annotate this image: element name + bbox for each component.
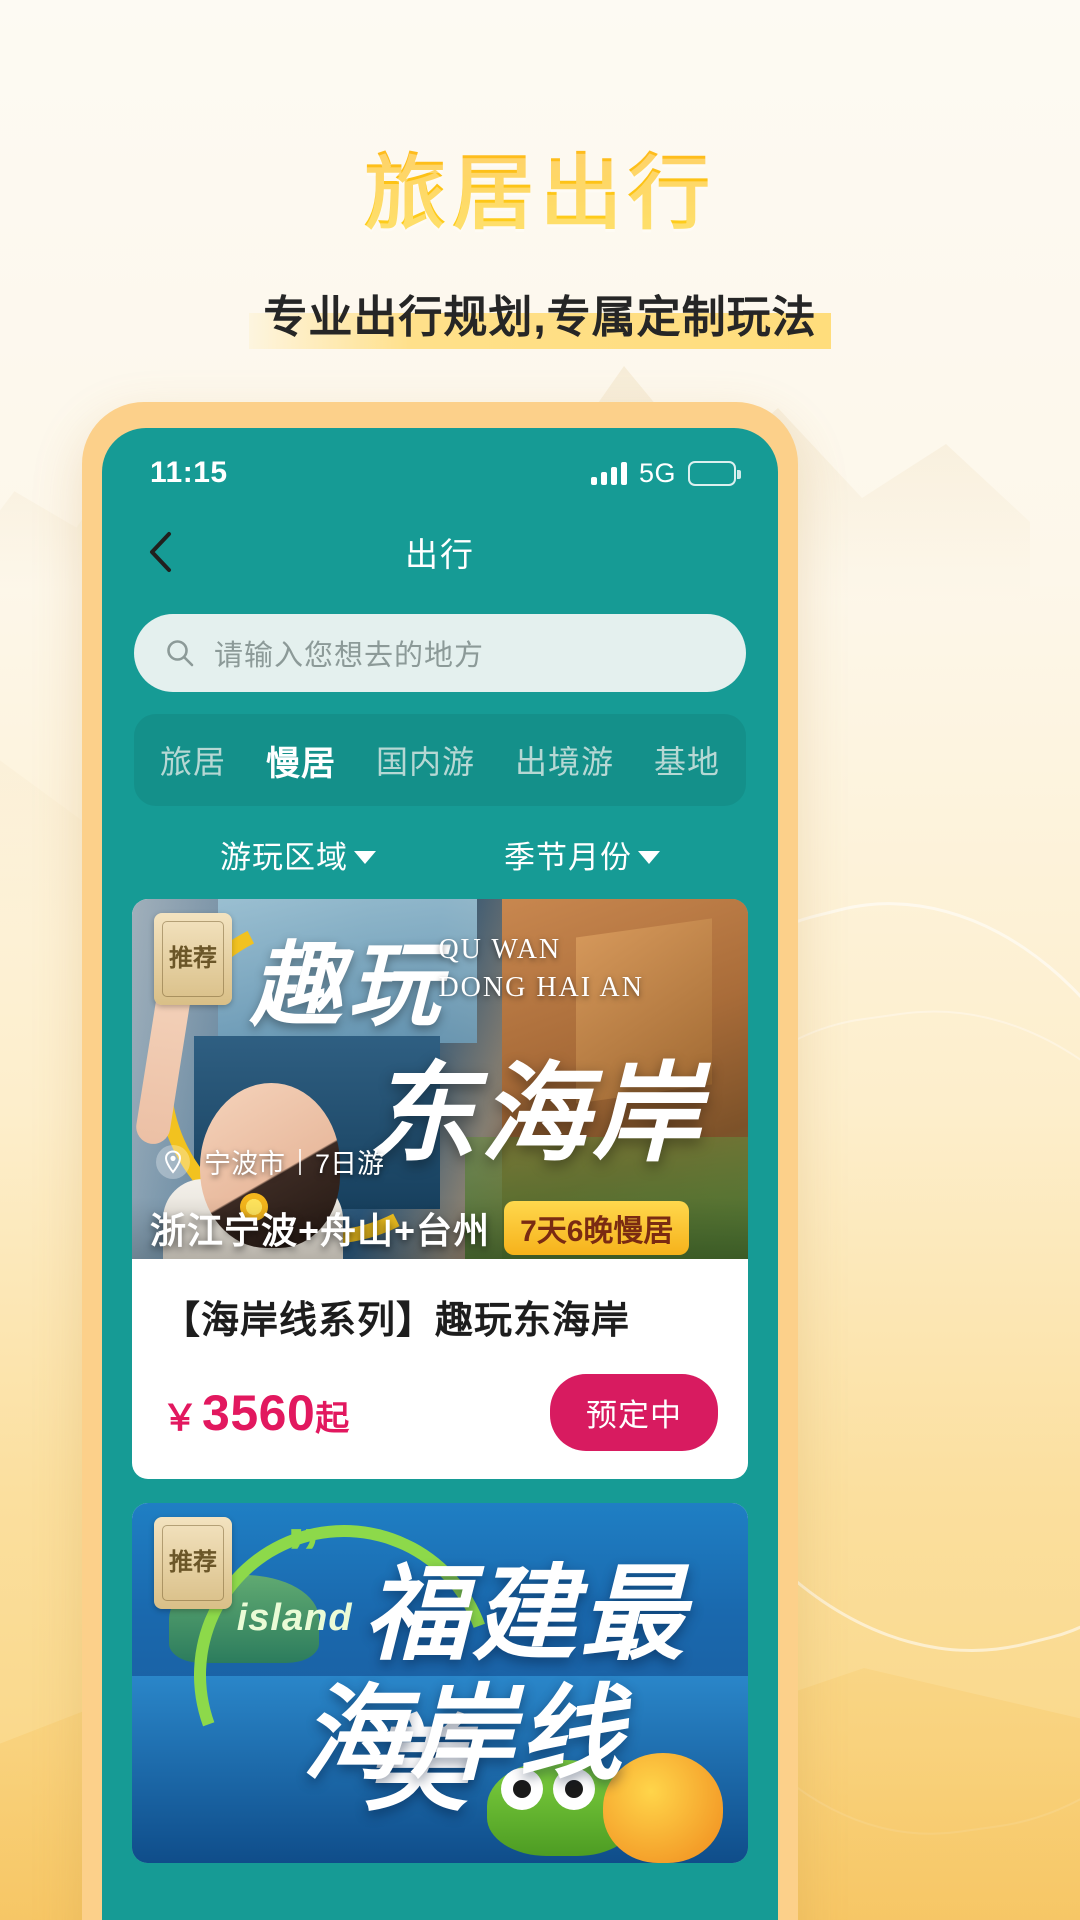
product-banner-image: 趣玩 东海岸 QU WAN DONG HAI AN 推荐 宁波市 7日游 浙江宁… [132, 899, 748, 1259]
banner-pinyin-line2: DONG HAI AN [438, 971, 644, 1003]
tab-jidi[interactable]: 基地 [654, 737, 720, 783]
nav-title: 出行 [405, 536, 475, 573]
price-currency: ￥ [162, 1396, 199, 1438]
filter-region-label: 游玩区域 [220, 840, 348, 875]
chevron-down-icon [638, 850, 660, 864]
location-pin-icon [156, 1144, 190, 1179]
product-title: 【海岸线系列】趣玩东海岸 [162, 1300, 631, 1342]
price-suffix: 起 [315, 1399, 350, 1438]
banner-title-line1: 趣玩 [250, 935, 447, 1037]
status-indicators: 5G [590, 457, 741, 489]
hero-section: 旅居出行 专业出行规划,专属定制玩法 [0, 0, 1080, 351]
status-badge: 推荐 [154, 913, 232, 1005]
category-tabs: 旅居 慢居 国内游 出境游 基地 [134, 714, 746, 806]
status-time: 11:15 [150, 456, 228, 489]
product-list: 趣玩 东海岸 QU WAN DONG HAI AN 推荐 宁波市 7日游 浙江宁… [102, 877, 778, 1863]
banner-word: island [236, 1596, 353, 1639]
tab-manju[interactable]: 慢居 [266, 736, 336, 785]
tab-guoneiyou[interactable]: 国内游 [376, 737, 475, 783]
filter-season[interactable]: 季节月份 [504, 832, 660, 877]
badge-text: 推荐 [162, 1525, 224, 1601]
battery-icon [688, 460, 741, 486]
subtitle-text: 专业出行规划,专属定制玩法 [263, 293, 817, 342]
meta-divider [299, 1148, 301, 1175]
banner-meta: 宁波市 7日游 [156, 1142, 384, 1181]
search-section: 请输入您想去的地方 [102, 598, 778, 692]
phone-screen: 11:15 5G 出行 请输入您想去的地方 旅居 慢居 国内游 出境游 基地 游… [102, 428, 778, 1920]
filter-region[interactable]: 游玩区域 [220, 832, 376, 877]
banner-title-line2: 海岸线 [302, 1677, 627, 1793]
location-label: 宁波市 [204, 1149, 285, 1179]
filter-row: 游玩区域 季节月份 [102, 806, 778, 877]
signal-bars-icon [590, 461, 627, 485]
list-item[interactable]: 趣玩 东海岸 QU WAN DONG HAI AN 推荐 宁波市 7日游 浙江宁… [132, 899, 748, 1479]
network-label: 5G [638, 457, 676, 488]
page-title: 旅居出行 [0, 126, 1080, 245]
product-price: ￥ 3560 起 [162, 1384, 349, 1442]
route-tag: 7天6晚慢居 [504, 1201, 690, 1255]
hero-subtitle-wrap: 专业出行规划,专属定制玩法 [0, 279, 1080, 351]
product-footer: ￥ 3560 起 预定中 [162, 1374, 718, 1451]
search-placeholder: 请输入您想去的地方 [214, 640, 485, 672]
product-banner-image: ” island 福建最美 海岸线 推荐 [132, 1503, 748, 1863]
page-subtitle: 专业出行规划,专属定制玩法 [249, 279, 831, 351]
banner-pinyin: QU WAN DONG HAI AN [438, 931, 644, 1007]
tab-lvju[interactable]: 旅居 [160, 737, 226, 783]
chevron-down-icon [354, 850, 376, 864]
list-item[interactable]: ” island 福建最美 海岸线 推荐 [132, 1503, 748, 1863]
category-tabs-section: 旅居 慢居 国内游 出境游 基地 [102, 692, 778, 806]
navigation-bar: 出行 [102, 506, 778, 598]
duration-label: 7日游 [315, 1149, 385, 1179]
tab-chujingyou[interactable]: 出境游 [515, 737, 614, 783]
quote-mark: ” [286, 1513, 321, 1592]
search-icon [167, 640, 194, 667]
status-bar: 11:15 5G [102, 428, 778, 506]
route-label: 浙江宁波+舟山+台州 [150, 1210, 491, 1251]
order-status-button[interactable]: 预定中 [550, 1374, 718, 1451]
phone-mockup: 11:15 5G 出行 请输入您想去的地方 旅居 慢居 国内游 出境游 基地 游… [82, 402, 798, 1920]
filter-season-label: 季节月份 [504, 840, 632, 875]
search-input[interactable]: 请输入您想去的地方 [134, 614, 746, 692]
badge-text: 推荐 [162, 921, 224, 997]
product-info: 【海岸线系列】趣玩东海岸 ￥ 3560 起 预定中 [132, 1259, 748, 1479]
price-value: 3560 [202, 1384, 316, 1441]
banner-pinyin-line1: QU WAN [438, 934, 562, 965]
banner-route-strip: 浙江宁波+舟山+台州 7天6晚慢居 [132, 1197, 748, 1259]
banner-title-line2: 东海岸 [368, 1053, 705, 1174]
status-badge: 推荐 [154, 1517, 232, 1609]
